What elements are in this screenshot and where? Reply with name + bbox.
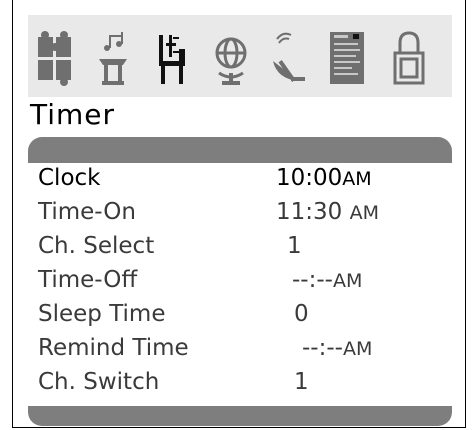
setting-value: 1	[287, 233, 302, 259]
setting-label: Remind Time	[38, 335, 189, 361]
page-title: Timer	[30, 98, 116, 131]
globe-icon[interactable]	[208, 23, 254, 93]
setting-row-remind-time[interactable]: Remind Time --:--AM	[38, 333, 438, 367]
setting-row-sleep-time[interactable]: Sleep Time 0	[38, 299, 438, 333]
document-page-icon[interactable]	[324, 23, 370, 93]
setting-row-ch-select[interactable]: Ch. Select 1	[38, 231, 438, 265]
music-stage-icon[interactable]	[90, 23, 136, 93]
settings-chair-icon[interactable]	[150, 23, 196, 93]
setting-row-time-off[interactable]: Time-Off --:--AM	[38, 265, 438, 299]
setting-value: --:--AM	[292, 267, 363, 293]
setting-row-ch-switch[interactable]: Ch. Switch 1	[38, 367, 438, 401]
setting-label: Sleep Time	[38, 301, 166, 327]
setting-value: 11:30 AM	[276, 199, 379, 225]
setting-value: 10:00AM	[276, 165, 372, 191]
timer-settings-list: Clock 10:00AM Time-On 11:30 AM Ch. Selec…	[38, 163, 438, 401]
satellite-dish-icon[interactable]	[266, 23, 312, 93]
menu-icon-bar	[28, 15, 452, 97]
setting-value: 1	[294, 369, 309, 395]
setting-value: --:--AM	[302, 335, 373, 361]
lock-icon[interactable]	[386, 23, 432, 93]
list-top-bar	[28, 137, 452, 163]
setting-row-time-on[interactable]: Time-On 11:30 AM	[38, 197, 438, 231]
setting-label: Ch. Select	[38, 233, 155, 259]
setting-label: Time-On	[38, 199, 136, 225]
setting-label: Time-Off	[38, 267, 138, 293]
setting-row-clock[interactable]: Clock 10:00AM	[38, 163, 438, 197]
setting-label: Ch. Switch	[38, 369, 160, 395]
setting-label: Clock	[38, 165, 101, 191]
puzzle-icon[interactable]	[32, 23, 78, 93]
setting-value: 0	[294, 301, 309, 327]
list-bottom-bar	[28, 406, 452, 426]
